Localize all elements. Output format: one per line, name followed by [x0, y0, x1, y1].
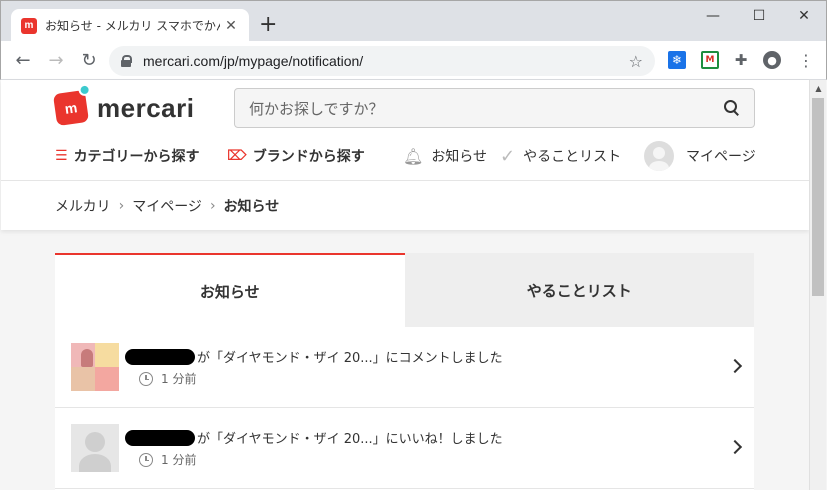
url-text: mercari.com/jp/mypage/notification/ — [143, 53, 364, 69]
clock-icon — [139, 452, 153, 467]
chevron-right-icon — [727, 358, 743, 374]
notification-time-text: 1 分前 — [161, 372, 197, 386]
new-tab-button[interactable]: + — [259, 13, 277, 37]
breadcrumb-current: お知らせ — [223, 198, 280, 215]
notification-text: が「ダイヤモンド・ザイ 20...」にいいね！しました — [197, 432, 503, 447]
lock-icon — [121, 55, 132, 67]
notification-message: が「ダイヤモンド・ザイ 20...」にコメントしました — [125, 347, 503, 366]
todo-link[interactable]: ✓ やることリスト — [500, 140, 621, 172]
list-icon: ☰ — [55, 148, 68, 164]
scroll-thumb[interactable] — [812, 98, 824, 296]
notification-body: が「ダイヤモンド・ザイ 20...」にコメントしました 1 分前 — [125, 347, 503, 387]
chevron-right-icon: › — [118, 197, 125, 214]
mercari-logo-icon: m — [52, 83, 92, 127]
notification-text: が「ダイヤモンド・ザイ 20...」にコメントしました — [197, 351, 503, 366]
reload-icon[interactable]: ↻ — [77, 48, 101, 72]
extensions-puzzle-icon[interactable]: ✚ — [732, 51, 750, 69]
notifications-label: お知らせ — [431, 149, 488, 165]
notification-time-text: 1 分前 — [161, 453, 197, 467]
user-avatar-thumbnail — [71, 424, 119, 472]
bell-icon: 🔔︎ — [403, 146, 424, 166]
category-label: カテゴリーから探す — [73, 149, 200, 165]
page-scrollbar[interactable]: ▲ — [809, 80, 826, 490]
maximize-button[interactable]: ☐ — [736, 1, 782, 31]
notification-time: 1 分前 — [139, 451, 503, 468]
mercari-logo[interactable]: m mercari — [52, 83, 195, 127]
extension-snowflake-icon[interactable]: ❄ — [668, 51, 686, 69]
logo-text: mercari — [97, 92, 195, 123]
site-header: m mercari 何かお探しですか？ ☰ カテゴリーから探す ⌦ ブランドから… — [1, 80, 809, 230]
redacted-username — [125, 429, 195, 446]
header-nav: ☰ カテゴリーから探す ⌦ ブランドから探す 🔔︎ お知らせ ✓ やることリスト… — [1, 140, 809, 172]
browser-tab[interactable]: m お知らせ - メルカリ スマホでかんたん フ ✕ — [11, 9, 249, 42]
address-bar[interactable]: mercari.com/jp/mypage/notification/ ☆ — [109, 46, 655, 76]
notification-item[interactable]: が「ダイヤモンド・ザイ 20...」にいいね！しました 1 分前 — [55, 408, 754, 489]
tab-close-icon[interactable]: ✕ — [223, 18, 239, 34]
notification-body: が「ダイヤモンド・ザイ 20...」にいいね！しました 1 分前 — [125, 428, 503, 468]
brand-label: ブランドから探す — [252, 149, 365, 165]
forward-arrow-icon[interactable]: → — [44, 48, 68, 72]
tab-title: お知らせ - メルカリ スマホでかんたん フ — [45, 19, 220, 33]
clock-icon — [139, 371, 153, 386]
breadcrumb: メルカリ › マイページ › お知らせ — [1, 180, 809, 230]
browser-toolbar: ← → ↻ mercari.com/jp/mypage/notification… — [0, 41, 827, 80]
category-link[interactable]: ☰ カテゴリーから探す — [55, 140, 200, 172]
tab-todo[interactable]: やることリスト — [404, 253, 754, 327]
redacted-username — [125, 348, 195, 365]
menu-kebab-icon[interactable]: ⋮ — [797, 51, 815, 70]
notification-time: 1 分前 — [139, 370, 503, 387]
todo-label: やることリスト — [523, 149, 622, 165]
check-icon: ✓ — [500, 145, 516, 167]
mypage-label: マイページ — [686, 149, 756, 165]
chevron-right-icon: › — [209, 197, 216, 214]
bookmark-star-icon[interactable]: ☆ — [629, 52, 643, 71]
product-thumbnail — [71, 343, 119, 391]
tag-icon: ⌦ — [227, 148, 247, 164]
avatar — [644, 141, 674, 171]
notification-tabs: お知らせ やることリスト — [55, 253, 754, 327]
breadcrumb-mypage[interactable]: マイページ — [132, 196, 202, 216]
mercari-favicon-icon: m — [21, 17, 37, 34]
search-input[interactable]: 何かお探しですか？ — [234, 88, 755, 128]
browser-tabstrip: m お知らせ - メルカリ スマホでかんたん フ ✕ + — ☐ ✕ — [0, 0, 827, 42]
breadcrumb-home[interactable]: メルカリ — [55, 196, 111, 216]
brand-link[interactable]: ⌦ ブランドから探す — [227, 140, 365, 172]
search-icon[interactable] — [724, 100, 740, 116]
back-arrow-icon[interactable]: ← — [11, 48, 35, 72]
tab-notifications[interactable]: お知らせ — [55, 253, 405, 327]
minimize-button[interactable]: — — [690, 1, 736, 31]
window-close-button[interactable]: ✕ — [781, 1, 827, 31]
mypage-link[interactable]: マイページ — [644, 140, 756, 172]
notification-message: が「ダイヤモンド・ザイ 20...」にいいね！しました — [125, 428, 503, 447]
scroll-up-arrow-icon[interactable]: ▲ — [810, 80, 827, 97]
notification-item[interactable]: が「ダイヤモンド・ザイ 20...」にコメントしました 1 分前 — [55, 327, 754, 408]
notifications-link[interactable]: 🔔︎ お知らせ — [403, 140, 487, 172]
notification-panel: お知らせ やることリスト が「ダイヤモンド・ザイ 20...」にコメントしました… — [55, 253, 754, 490]
chevron-right-icon — [727, 439, 743, 455]
search-placeholder: 何かお探しですか？ — [249, 99, 384, 118]
extension-shield-icon[interactable]: M — [701, 51, 719, 69]
profile-icon[interactable]: ● — [763, 51, 781, 69]
